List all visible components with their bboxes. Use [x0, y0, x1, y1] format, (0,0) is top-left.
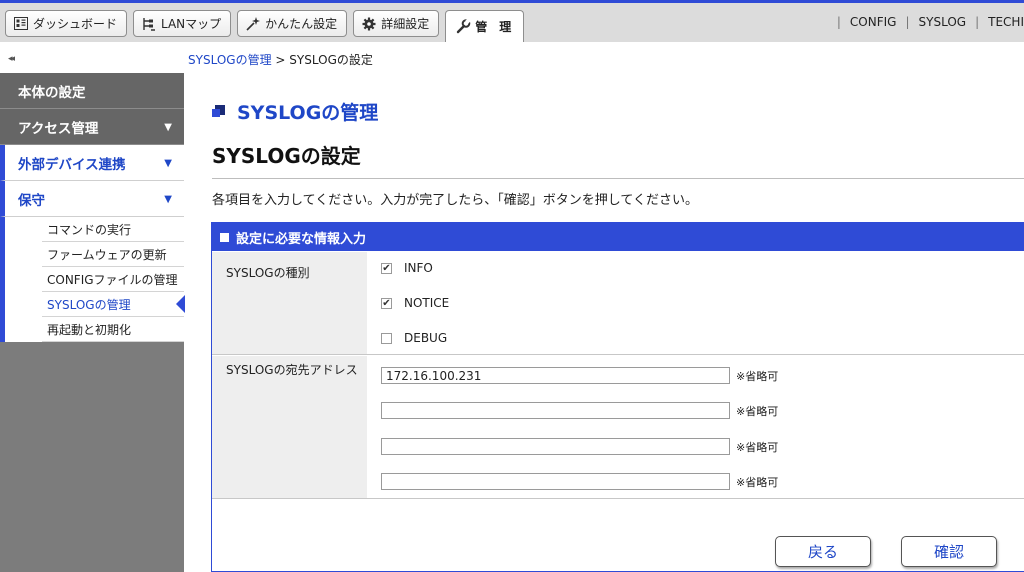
checkbox-notice-box[interactable]: ✔ — [381, 297, 392, 309]
chevron-down-icon: ▼ — [164, 194, 172, 205]
sidebar-item-access-management[interactable]: アクセス管理 ▼ — [0, 109, 184, 145]
checkbox-notice-label: NOTICE — [404, 296, 450, 310]
syslog-address-input-1[interactable] — [381, 367, 730, 384]
gear-icon — [361, 16, 377, 32]
sidebar-item-maintenance[interactable]: 保守 ▼ — [0, 181, 184, 217]
syslog-address-input-2[interactable] — [381, 402, 730, 419]
maintenance-submenu: コマンドの実行 ファームウェアの更新 CONFIGファイルの管理 SYSLOGの… — [0, 217, 185, 342]
optional-note: ※省略可 — [736, 476, 779, 489]
wrench-icon — [455, 19, 471, 35]
section-square-icon — [212, 105, 225, 118]
sidebar-item-label: 本体の設定 — [18, 84, 86, 101]
collapse-sidebar-icon[interactable]: ◂◂ — [8, 54, 15, 64]
checkbox-notice[interactable]: ✔ NOTICE — [381, 296, 449, 310]
tab-easy-setup-label: かんたん設定 — [265, 17, 338, 31]
submenu-item-syslog[interactable]: SYSLOGの管理 — [42, 292, 185, 317]
checkbox-debug[interactable]: DEBUG — [381, 331, 447, 345]
optional-note: ※省略可 — [736, 370, 779, 383]
syslog-type-row: SYSLOGの種別 ✔ INFO ✔ NOTICE DEBUG — [212, 252, 1024, 355]
wizard-icon — [245, 16, 261, 32]
top-link-config[interactable]: CONFIG — [850, 15, 897, 29]
optional-note: ※省略可 — [736, 405, 779, 418]
selected-marker-icon — [176, 295, 185, 313]
instruction-text: 各項目を入力してください。入力が完了したら、「確認」ボタンを押してください。 — [212, 193, 698, 208]
breadcrumb-parent-link[interactable]: SYSLOGの管理 — [188, 53, 272, 67]
submenu-item-command[interactable]: コマンドの実行 — [42, 217, 184, 242]
checkbox-debug-box[interactable] — [381, 332, 392, 344]
breadcrumb-current: SYSLOGの設定 — [289, 53, 373, 67]
panel-header: 設定に必要な情報入力 — [212, 223, 1024, 251]
top-link-syslog[interactable]: SYSLOG — [919, 15, 967, 29]
chevron-down-icon: ▼ — [164, 158, 172, 169]
tab-easy-setup[interactable]: かんたん設定 — [237, 10, 348, 37]
section-title: SYSLOGの管理 — [212, 98, 378, 125]
page-title: SYSLOGの設定 — [212, 144, 361, 168]
tab-dashboard-label: ダッシュボード — [33, 17, 118, 31]
top-tab-bar: ダッシュボード LANマップ かんたん設定 詳細設定 管 理 | CONFIG … — [0, 0, 1024, 42]
title-divider — [212, 178, 1024, 179]
sidebar-item-label: アクセス管理 — [18, 120, 99, 137]
checkbox-debug-label: DEBUG — [404, 331, 448, 345]
submenu-item-firmware[interactable]: ファームウェアの更新 — [42, 242, 184, 267]
syslog-address-row: SYSLOGの宛先アドレス ※省略可 ※省略可 ※省略可 ※省略可 — [212, 356, 1024, 499]
tab-advanced-settings[interactable]: 詳細設定 — [353, 10, 440, 37]
syslog-address-input-4[interactable] — [381, 473, 730, 490]
top-links: | CONFIG | SYSLOG | TECHI — [828, 15, 1024, 29]
lan-map-icon — [141, 16, 157, 32]
back-button[interactable]: 戻る — [775, 536, 871, 567]
submenu-item-config-file[interactable]: CONFIGファイルの管理 — [42, 267, 184, 292]
top-link-separator: | — [975, 15, 980, 29]
tab-management[interactable]: 管 理 — [445, 10, 525, 42]
sidebar: 本体の設定 アクセス管理 ▼ 外部デバイス連携 ▼ 保守 ▼ コマンドの実行 フ… — [0, 73, 185, 572]
top-link-separator: | — [905, 15, 910, 29]
breadcrumb-separator: > — [275, 53, 286, 67]
tab-lan-map-label: LANマップ — [161, 17, 222, 31]
submenu-item-reboot[interactable]: 再起動と初期化 — [42, 317, 184, 342]
checkbox-info[interactable]: ✔ INFO — [381, 261, 433, 275]
submenu-item-label: SYSLOGの管理 — [47, 297, 131, 312]
sub-bar: ◂◂ SYSLOGの管理 > SYSLOGの設定 — [0, 42, 1024, 73]
tab-advanced-settings-label: 詳細設定 — [381, 17, 430, 31]
sidebar-item-device-settings[interactable]: 本体の設定 — [0, 73, 184, 109]
tab-dashboard[interactable]: ダッシュボード — [5, 10, 128, 37]
checkbox-info-box[interactable]: ✔ — [381, 262, 392, 274]
sidebar-item-label: 外部デバイス連携 — [18, 156, 126, 173]
syslog-address-label: SYSLOGの宛先アドレス — [226, 363, 358, 377]
syslog-address-values: ※省略可 ※省略可 ※省略可 ※省略可 — [367, 356, 1024, 498]
checkbox-info-label: INFO — [404, 261, 433, 275]
optional-note: ※省略可 — [736, 441, 779, 454]
breadcrumb: SYSLOGの管理 > SYSLOGの設定 — [188, 51, 373, 68]
syslog-type-values: ✔ INFO ✔ NOTICE DEBUG — [367, 252, 1024, 354]
top-link-tech[interactable]: TECHI — [988, 15, 1024, 29]
main-tabs: ダッシュボード LANマップ かんたん設定 詳細設定 管 理 — [5, 10, 525, 42]
square-bullet-icon — [220, 232, 229, 242]
top-link-separator: | — [836, 15, 841, 29]
confirm-button[interactable]: 確認 — [901, 536, 997, 567]
chevron-down-icon: ▼ — [164, 122, 172, 133]
tab-management-label: 管 理 — [475, 20, 512, 34]
sidebar-item-label: 保守 — [18, 192, 45, 209]
panel-header-title: 設定に必要な情報入力 — [236, 231, 367, 247]
sidebar-item-external-devices[interactable]: 外部デバイス連携 ▼ — [0, 145, 184, 181]
tab-lan-map[interactable]: LANマップ — [133, 10, 232, 37]
section-title-text: SYSLOGの管理 — [237, 102, 379, 124]
settings-panel: 設定に必要な情報入力 SYSLOGの種別 ✔ INFO ✔ NOTICE DEB… — [211, 222, 1024, 572]
syslog-type-label: SYSLOGの種別 — [226, 266, 310, 280]
syslog-address-input-3[interactable] — [381, 438, 730, 455]
dashboard-icon — [13, 16, 29, 32]
